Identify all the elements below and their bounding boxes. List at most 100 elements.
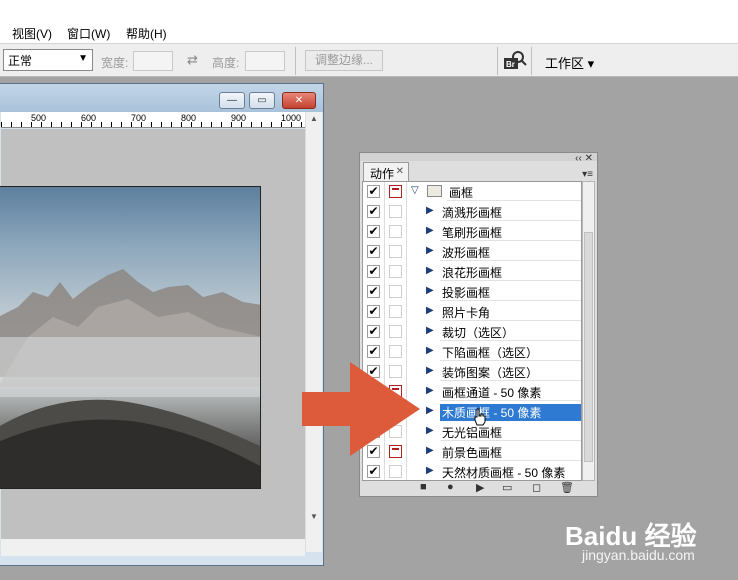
action-name: 木质画框 - 50 像素: [440, 404, 581, 421]
action-row[interactable]: ✔ ▶ 天然材质画框 - 50 像素: [363, 462, 581, 480]
toggle-checkbox[interactable]: ✔: [367, 245, 380, 258]
height-field[interactable]: [245, 51, 285, 71]
document-titlebar[interactable]: — ▭ ✕: [0, 84, 323, 112]
action-name: 投影画框: [440, 284, 581, 301]
toggle-checkbox[interactable]: ✔: [367, 305, 380, 318]
action-row[interactable]: ✔ ▶ 下陷画框（选区）: [363, 342, 581, 362]
scroll-down-icon[interactable]: ▼: [310, 512, 318, 521]
panel-window-buttons[interactable]: ‹‹ ✕: [575, 153, 593, 164]
expand-right-icon[interactable]: ▶: [426, 445, 434, 456]
watermark-url: jingyan.baidu.com: [582, 547, 695, 563]
separator: [497, 47, 498, 75]
toggle-checkbox[interactable]: ✔: [367, 185, 380, 198]
stop-icon[interactable]: ■: [420, 481, 427, 493]
canvas-area[interactable]: [0, 129, 305, 539]
action-name: 装饰图案（选区）: [440, 364, 581, 381]
expand-right-icon[interactable]: ▶: [426, 325, 434, 336]
minimize-button[interactable]: —: [219, 92, 245, 109]
expand-right-icon[interactable]: ▶: [426, 205, 434, 216]
action-name: 下陷画框（选区）: [440, 344, 581, 361]
width-field[interactable]: [133, 51, 173, 71]
record-icon[interactable]: ●: [447, 481, 454, 493]
width-label: 宽度:: [101, 56, 129, 70]
separator: [295, 47, 296, 75]
dialog-toggle[interactable]: [389, 325, 402, 338]
hand-cursor-icon: [474, 408, 486, 426]
expand-down-icon[interactable]: ▽: [411, 185, 419, 196]
dialog-toggle[interactable]: [389, 285, 402, 298]
chevron-down-icon: ▼: [78, 53, 88, 64]
expand-right-icon[interactable]: ▶: [426, 285, 434, 296]
horizontal-scrollbar[interactable]: [1, 539, 305, 556]
toggle-checkbox[interactable]: ✔: [367, 265, 380, 278]
action-row[interactable]: ✔ ▶ 照片卡角: [363, 302, 581, 322]
action-set-row[interactable]: ✔ ▽ 画框: [363, 182, 581, 202]
expand-right-icon[interactable]: ▶: [426, 405, 434, 416]
dialog-toggle[interactable]: [389, 265, 402, 278]
close-icon[interactable]: ✕: [396, 166, 404, 177]
trash-icon[interactable]: 🗑: [560, 481, 574, 494]
expand-right-icon[interactable]: ▶: [426, 245, 434, 256]
action-row[interactable]: ✔ ▶ 浪花形画框: [363, 262, 581, 282]
dialog-toggle[interactable]: [389, 245, 402, 258]
scroll-up-icon[interactable]: ▲: [310, 114, 318, 123]
toggle-checkbox[interactable]: ✔: [367, 465, 380, 478]
swap-icon[interactable]: ⇄: [187, 52, 198, 68]
document-window: — ▭ ✕ 500 600 700 800 900 1000 ▲ ▼: [0, 83, 324, 566]
expand-right-icon[interactable]: ▶: [426, 385, 434, 396]
folder-icon: [427, 185, 442, 197]
expand-right-icon[interactable]: ▶: [426, 365, 434, 376]
dialog-toggle[interactable]: [389, 185, 402, 198]
expand-right-icon[interactable]: ▶: [426, 265, 434, 276]
new-action-icon[interactable]: ◻: [532, 481, 541, 494]
play-icon[interactable]: ▶: [476, 481, 484, 494]
workspace-menu[interactable]: 工作区 ▾: [545, 53, 594, 72]
toggle-checkbox[interactable]: ✔: [367, 325, 380, 338]
action-row[interactable]: ✔ ▶ 投影画框: [363, 282, 581, 302]
separator: [531, 47, 532, 75]
mountain-illustration: [0, 269, 260, 488]
action-row[interactable]: ✔ ▶ 滴溅形画框: [363, 202, 581, 222]
expand-right-icon[interactable]: ▶: [426, 425, 434, 436]
vertical-scrollbar[interactable]: ▲ ▼: [305, 112, 322, 552]
action-row[interactable]: ✔ ▶ 波形画框: [363, 242, 581, 262]
close-button[interactable]: ✕: [282, 92, 316, 109]
tab-actions-label: 动作: [370, 167, 395, 181]
dialog-toggle[interactable]: [389, 205, 402, 218]
tab-actions[interactable]: 动作 ✕: [363, 162, 409, 181]
dialog-toggle[interactable]: [389, 345, 402, 358]
bridge-icon[interactable]: Br: [503, 49, 527, 71]
action-name: 滴溅形画框: [440, 204, 581, 221]
ruler-marks: [1, 122, 305, 127]
expand-right-icon[interactable]: ▶: [426, 465, 434, 476]
dialog-toggle[interactable]: [389, 465, 402, 478]
folder-icon[interactable]: ▭: [502, 481, 512, 494]
actions-toolbar: ■ ● ▶ ▭ ◻ 🗑: [400, 481, 580, 495]
expand-right-icon[interactable]: ▶: [426, 345, 434, 356]
menu-window[interactable]: 窗口(W): [67, 25, 110, 42]
toggle-checkbox[interactable]: ✔: [367, 285, 380, 298]
action-row[interactable]: ✔ ▶ 裁切（选区）: [363, 322, 581, 342]
menu-bar: 视图(V) 窗口(W) 帮助(H): [0, 0, 738, 44]
adjust-edge-button[interactable]: 调整边缘...: [305, 50, 383, 71]
action-row[interactable]: ✔ ▶ 笔刷形画框: [363, 222, 581, 242]
expand-right-icon[interactable]: ▶: [426, 305, 434, 316]
toggle-checkbox[interactable]: ✔: [367, 345, 380, 358]
action-name: 天然材质画框 - 50 像素: [440, 464, 581, 480]
dialog-toggle[interactable]: [389, 225, 402, 238]
panel-header-strip[interactable]: [360, 153, 597, 161]
panel-menu-icon[interactable]: ▾≡: [582, 169, 593, 180]
style-select[interactable]: 正常 ▼: [3, 49, 93, 71]
style-select-value: 正常: [8, 54, 33, 68]
toggle-checkbox[interactable]: ✔: [367, 205, 380, 218]
expand-right-icon[interactable]: ▶: [426, 225, 434, 236]
menu-help[interactable]: 帮助(H): [126, 25, 167, 42]
dialog-toggle[interactable]: [389, 305, 402, 318]
restore-button[interactable]: ▭: [249, 92, 275, 109]
panel-scrollbar[interactable]: [582, 181, 595, 481]
mountain-photo: [0, 186, 261, 489]
menu-view[interactable]: 视图(V): [12, 25, 52, 42]
scroll-thumb[interactable]: [584, 232, 593, 462]
toggle-checkbox[interactable]: ✔: [367, 225, 380, 238]
action-name: 笔刷形画框: [440, 224, 581, 241]
